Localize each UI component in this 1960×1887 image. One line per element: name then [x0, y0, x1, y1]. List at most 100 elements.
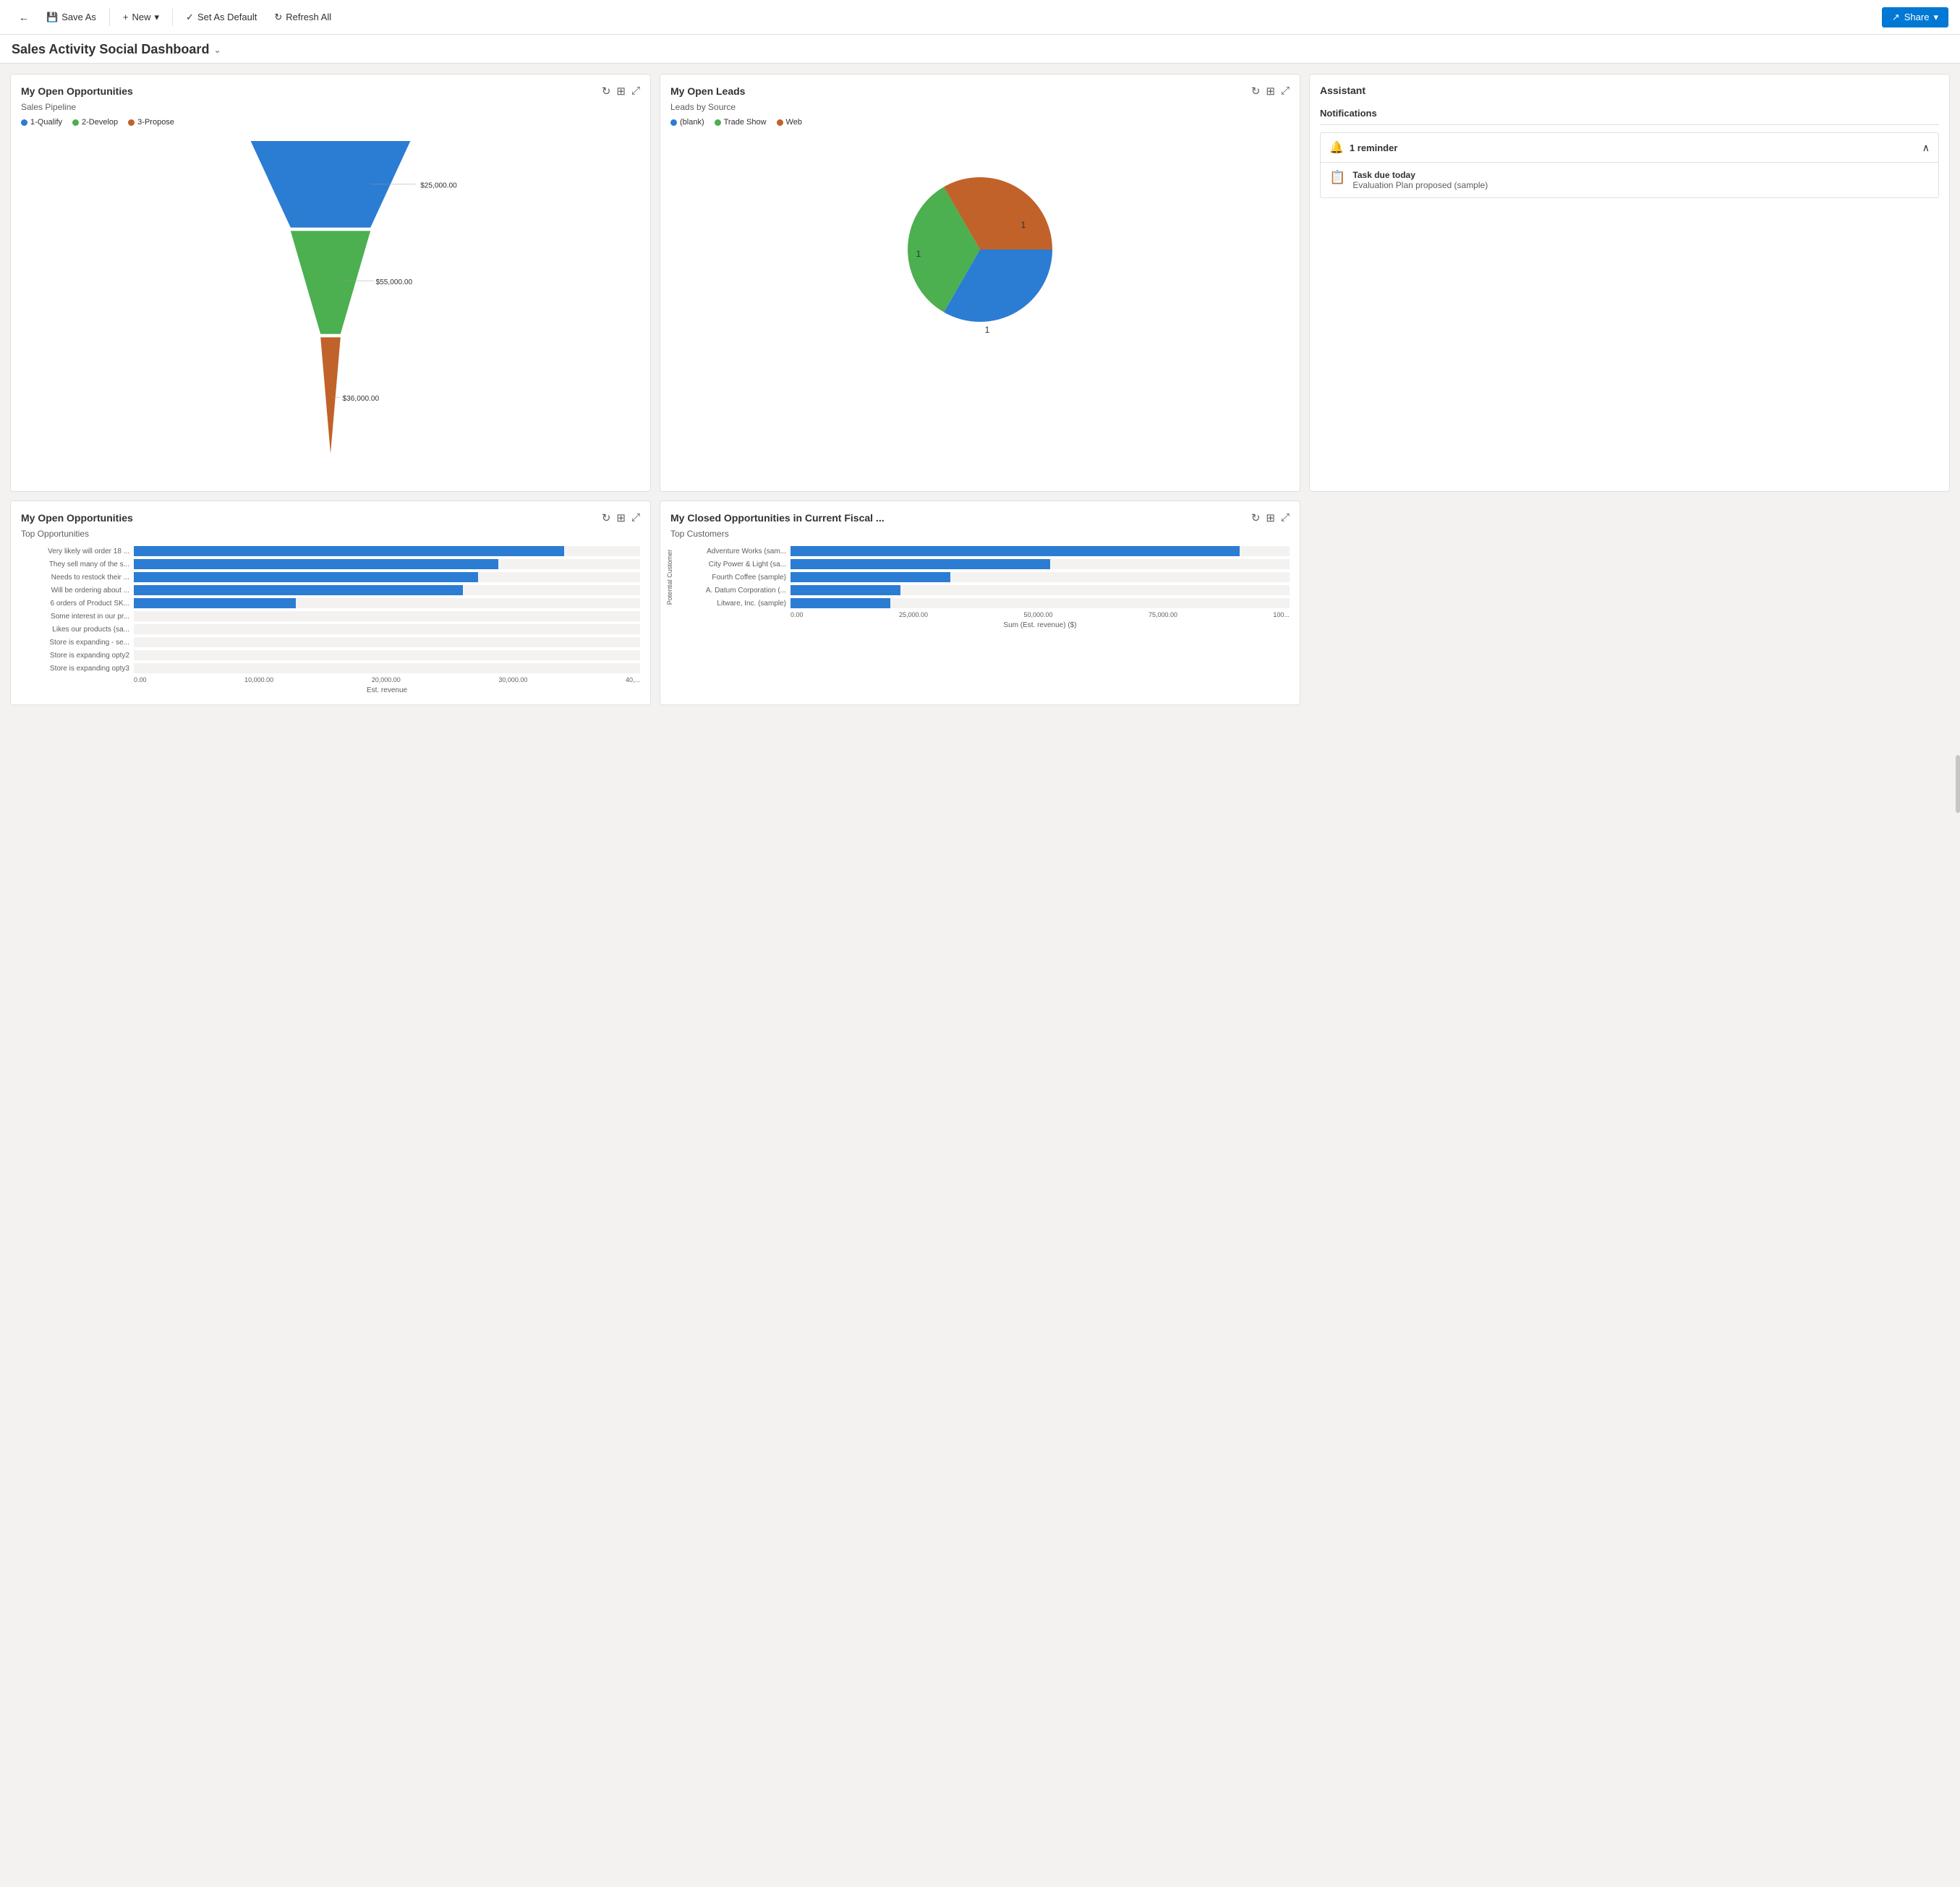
expand-icon[interactable]: ⤢ [631, 85, 640, 98]
titlebar: Sales Activity Social Dashboard ⌄ [0, 35, 1960, 64]
qualify-label: 1-Qualify [30, 118, 62, 127]
develop-label: 2-Develop [82, 118, 118, 127]
closed-bar-track [791, 585, 1290, 595]
funnel-develop [291, 231, 370, 334]
closed-bar-label: City Power & Light (sa... [678, 561, 786, 568]
top-opps-chart: Very likely will order 18 ... They sell m… [21, 546, 640, 673]
expand-closed-icon[interactable]: ⤢ [1281, 511, 1290, 524]
refresh-top-icon[interactable]: ↻ [602, 511, 611, 524]
closed-opportunities-card: My Closed Opportunities in Current Fisca… [660, 500, 1300, 705]
bar-fill [134, 598, 296, 608]
open-opps-header: My Open Opportunities ↻ ⊞ ⤢ [21, 85, 640, 98]
legend-web: Web [777, 118, 802, 127]
closed-bar-label: Adventure Works (sam... [678, 548, 786, 555]
funnel-propose [320, 337, 341, 453]
table-closed-icon[interactable]: ⊞ [1266, 511, 1275, 524]
expand-leads-icon[interactable]: ⤢ [1281, 85, 1290, 98]
share-icon: ↗ [1892, 12, 1900, 23]
title-chevron-icon[interactable]: ⌄ [213, 45, 221, 55]
refresh-all-button[interactable]: ↻ Refresh All [267, 8, 338, 27]
funnel-qualify-label: $25,000.00 [420, 182, 457, 189]
bar-label: Likes our products (sa... [21, 626, 129, 634]
pie-label-3: 1 [985, 325, 990, 335]
develop-dot [72, 119, 79, 126]
bar-track [134, 611, 640, 621]
legend-blank: (blank) [670, 118, 704, 127]
legend-develop: 2-Develop [72, 118, 118, 127]
share-chevron-icon: ▾ [1933, 12, 1938, 23]
closed-tick-0: 0.00 [791, 611, 804, 618]
funnel-svg: $25,000.00 $55,000.00 $36,000.00 [21, 141, 640, 474]
closed-bar-label: Litware, Inc. (sample) [678, 600, 786, 608]
pie-label-2: 1 [916, 249, 921, 259]
top-opps-bar-row: Very likely will order 18 ... [21, 546, 640, 556]
back-button[interactable]: ← [12, 8, 36, 27]
scrollbar-handle[interactable] [1956, 755, 1960, 813]
axis-tick-3: 30,000.00 [498, 676, 527, 683]
refresh-chart-icon[interactable]: ↻ [602, 85, 611, 98]
expand-top-icon[interactable]: ⤢ [631, 511, 640, 524]
divider-1 [109, 9, 110, 26]
reminder-left: 🔔 1 reminder [1329, 140, 1397, 155]
funnel-propose-label: $36,000.00 [343, 395, 380, 403]
table-leads-icon[interactable]: ⊞ [1266, 85, 1275, 98]
top-opps-bar-row: Likes our products (sa... [21, 624, 640, 634]
bar-track [134, 559, 640, 569]
reminder-header-row: 🔔 1 reminder ∧ [1321, 133, 1938, 162]
share-label: Share [1904, 12, 1930, 22]
new-label: New [132, 12, 150, 22]
closed-bar-track [791, 546, 1290, 556]
top-opps-axis-label: Est. revenue [21, 686, 640, 694]
axis-tick-0: 0.00 [134, 676, 147, 683]
web-dot [777, 119, 783, 126]
top-opps-bar-row: Will be ordering about ... [21, 585, 640, 595]
divider-2 [172, 9, 173, 26]
set-default-button[interactable]: ✓ Set As Default [179, 8, 264, 27]
closed-bar-track [791, 572, 1290, 582]
legend-tradeshow: Trade Show [715, 118, 767, 127]
closed-opps-chart-wrapper: Potential Customer Adventure Works (sam.… [670, 546, 1290, 608]
closed-opps-bar-row: Fourth Coffee (sample) [678, 572, 1290, 582]
closed-opps-bar-row: City Power & Light (sa... [678, 559, 1290, 569]
collapse-icon[interactable]: ∧ [1922, 142, 1930, 154]
assistant-section: Notifications 🔔 1 reminder ∧ 📋 Task due … [1320, 102, 1939, 198]
save-icon: 💾 [46, 12, 58, 23]
table-top-icon[interactable]: ⊞ [616, 511, 626, 524]
bar-track [134, 572, 640, 582]
refresh-label: Refresh All [286, 12, 331, 22]
notif-body: Evaluation Plan proposed (sample) [1352, 180, 1488, 190]
pie-svg: 1 1 1 [886, 156, 1074, 344]
open-opps-legend: 1-Qualify 2-Develop 3-Propose [21, 118, 640, 127]
assistant-card: Assistant Notifications 🔔 1 reminder ∧ 📋… [1309, 74, 1950, 492]
open-leads-icons: ↻ ⊞ ⤢ [1251, 85, 1290, 98]
back-icon: ← [19, 12, 29, 23]
refresh-leads-icon[interactable]: ↻ [1251, 85, 1261, 98]
closed-bar-fill [791, 559, 1050, 569]
notifications-label: Notifications [1320, 108, 1377, 119]
bar-track [134, 650, 640, 660]
axis-tick-2: 20,000.00 [372, 676, 401, 683]
bar-label: Store is expanding opty3 [21, 665, 129, 673]
dashboard: My Open Opportunities ↻ ⊞ ⤢ Sales Pipeli… [0, 64, 1960, 715]
open-opps-icons: ↻ ⊞ ⤢ [602, 85, 640, 98]
closed-bar-track [791, 559, 1290, 569]
closed-bar-fill [791, 572, 950, 582]
refresh-closed-icon[interactable]: ↻ [1251, 511, 1261, 524]
tradeshow-dot [715, 119, 721, 126]
closed-tick-4: 100... [1273, 611, 1290, 618]
table-icon[interactable]: ⊞ [616, 85, 626, 98]
bar-track [134, 624, 640, 634]
new-button[interactable]: + New ▾ [116, 8, 166, 27]
closed-opps-title: My Closed Opportunities in Current Fisca… [670, 512, 885, 524]
bar-label: Will be ordering about ... [21, 587, 129, 595]
pie-chart: 1 1 1 [670, 134, 1290, 365]
bar-fill [134, 559, 498, 569]
web-label: Web [786, 118, 802, 127]
bar-label: Store is expanding - se... [21, 639, 129, 647]
assistant-header: Assistant [1320, 85, 1939, 96]
save-as-button[interactable]: 💾 Save As [39, 8, 103, 27]
open-opps-subtitle: Sales Pipeline [21, 102, 640, 112]
top-opps-bar-row: They sell many of the s... [21, 559, 640, 569]
share-button[interactable]: ↗ Share ▾ [1882, 7, 1948, 27]
top-opps-bar-row: Store is expanding - se... [21, 637, 640, 647]
